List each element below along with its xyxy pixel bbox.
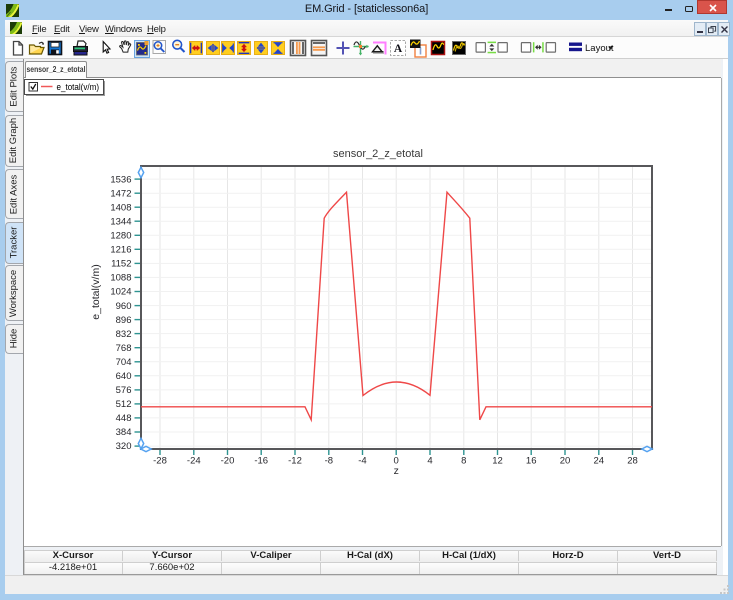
svg-text:sensor_2_z_etotal: sensor_2_z_etotal: [333, 148, 423, 160]
svg-text:28: 28: [627, 456, 638, 467]
svg-text:1152: 1152: [111, 259, 131, 270]
svg-text:384: 384: [116, 427, 132, 438]
svg-text:1024: 1024: [110, 287, 131, 298]
svg-text:1472: 1472: [110, 188, 131, 199]
svg-text:24: 24: [594, 456, 605, 467]
svg-text:8: 8: [461, 456, 466, 467]
svg-text:z: z: [394, 465, 399, 477]
svg-text:-12: -12: [288, 456, 302, 467]
svg-text:20: 20: [560, 456, 571, 467]
svg-text:320: 320: [116, 441, 132, 452]
svg-text:-28: -28: [153, 456, 167, 467]
svg-text:4: 4: [427, 456, 432, 467]
svg-text:12: 12: [492, 456, 503, 467]
svg-text:1536: 1536: [110, 174, 131, 185]
svg-text:e_total(v/m): e_total(v/m): [57, 82, 100, 92]
svg-text:768: 768: [116, 343, 132, 354]
svg-text:-4: -4: [358, 456, 366, 467]
svg-text:576: 576: [116, 385, 132, 396]
svg-text:1344: 1344: [110, 216, 131, 227]
svg-text:-24: -24: [187, 456, 201, 467]
svg-text:-16: -16: [254, 456, 268, 467]
svg-text:16: 16: [526, 456, 537, 467]
svg-text:1216: 1216: [110, 245, 131, 256]
svg-text:e_total(v/m): e_total(v/m): [90, 264, 102, 319]
svg-text:1088: 1088: [110, 273, 131, 284]
svg-text:512: 512: [116, 399, 132, 410]
svg-text:448: 448: [116, 413, 132, 424]
svg-text:-8: -8: [325, 456, 333, 467]
svg-text:640: 640: [116, 371, 132, 382]
svg-text:1280: 1280: [110, 231, 131, 242]
svg-text:704: 704: [116, 357, 132, 368]
svg-text:832: 832: [116, 329, 132, 340]
svg-text:-20: -20: [221, 456, 235, 467]
svg-text:960: 960: [116, 301, 132, 312]
svg-text:896: 896: [116, 315, 132, 326]
svg-text:1408: 1408: [110, 202, 131, 213]
